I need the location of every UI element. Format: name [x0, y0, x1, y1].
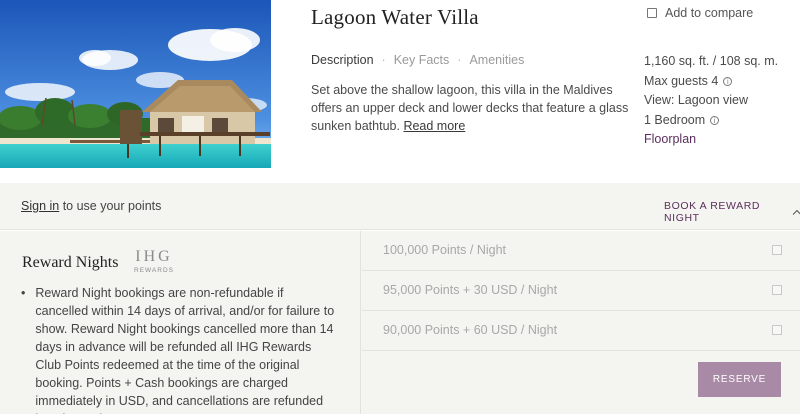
- fact-floorplan: Floorplan: [644, 130, 778, 150]
- ihg-logo-subtext: REWARDS: [134, 267, 174, 274]
- description-text: Set above the shallow lagoon, this villa…: [311, 83, 629, 133]
- signin-suffix: to use your points: [59, 199, 162, 213]
- reward-option-checkbox[interactable]: [772, 245, 782, 255]
- info-icon[interactable]: i: [710, 115, 720, 125]
- reward-info: Reward Nights IHG REWARDS • Reward Night…: [0, 231, 361, 414]
- fact-view-text: View: Lagoon view: [644, 93, 749, 107]
- policy-text: Reward Night bookings are non-refundable…: [35, 286, 335, 414]
- signin-text: Sign in to use your points: [21, 199, 161, 213]
- room-title: Lagoon Water Villa: [311, 5, 479, 29]
- room-photo[interactable]: [0, 0, 271, 168]
- fact-max-guests: Max guests 4 i: [644, 72, 778, 92]
- room-description: Set above the shallow lagoon, this villa…: [311, 81, 631, 135]
- fact-size: 1,160 sq. ft. / 108 sq. m.: [644, 52, 778, 72]
- reward-policy: • Reward Night bookings are non-refundab…: [21, 284, 341, 414]
- fact-view: View: Lagoon view: [644, 91, 778, 111]
- fact-max-guests-text: Max guests 4: [644, 73, 719, 88]
- floorplan-link[interactable]: Floorplan: [644, 130, 696, 150]
- read-more-link[interactable]: Read more: [403, 119, 465, 133]
- tab-separator: ·: [381, 53, 386, 67]
- room-facts: 1,160 sq. ft. / 108 sq. m. Max guests 4 …: [644, 52, 778, 150]
- book-reward-night-toggle[interactable]: BOOK A REWARD NIGHT: [664, 200, 800, 224]
- reward-option-checkbox[interactable]: [772, 285, 782, 295]
- room-summary: Lagoon Water Villa Description · Key Facts…: [0, 0, 800, 183]
- reward-nights-panel: Reward Nights IHG REWARDS • Reward Night…: [0, 231, 800, 414]
- reward-option-label: 90,000 Points + 60 USD / Night: [383, 323, 558, 337]
- ihg-rewards-logo: IHG REWARDS: [134, 248, 174, 275]
- policy-bullet: •: [21, 286, 26, 300]
- signin-bar: Sign in to use your points BOOK A REWARD…: [0, 183, 800, 230]
- room-tabs: Description · Key Facts · Amenities: [311, 53, 524, 67]
- fact-size-text: 1,160 sq. ft. / 108 sq. m.: [644, 54, 779, 68]
- add-to-compare[interactable]: Add to compare: [647, 6, 753, 20]
- reward-option[interactable]: 90,000 Points + 60 USD / Night: [362, 311, 800, 351]
- tab-key-facts[interactable]: Key Facts: [394, 53, 450, 67]
- reward-option[interactable]: 95,000 Points + 30 USD / Night: [362, 271, 800, 311]
- signin-link[interactable]: Sign in: [21, 199, 59, 213]
- tab-description[interactable]: Description: [311, 53, 374, 67]
- fact-bedrooms-text: 1 Bedroom: [644, 112, 706, 127]
- tab-separator: ·: [457, 53, 462, 67]
- reward-nights-title: Reward Nights: [22, 254, 119, 271]
- reward-option[interactable]: 100,000 Points / Night: [362, 231, 800, 271]
- tab-amenities[interactable]: Amenities: [469, 53, 524, 67]
- reward-option-label: 95,000 Points + 30 USD / Night: [383, 283, 558, 297]
- reward-options: 100,000 Points / Night 95,000 Points + 3…: [362, 231, 800, 351]
- compare-label: Add to compare: [665, 6, 754, 20]
- chevron-up-icon: [793, 209, 800, 218]
- compare-checkbox[interactable]: [647, 8, 657, 18]
- info-icon[interactable]: i: [723, 76, 733, 86]
- reward-option-label: 100,000 Points / Night: [383, 243, 506, 257]
- reward-option-checkbox[interactable]: [772, 325, 782, 335]
- ihg-logo-text: IHG: [135, 248, 173, 265]
- book-reward-night-label: BOOK A REWARD NIGHT: [664, 200, 761, 224]
- water-villa-photo: [0, 0, 271, 168]
- fact-bedrooms: 1 Bedroom i: [644, 111, 778, 131]
- reserve-button[interactable]: RESERVE: [698, 362, 781, 397]
